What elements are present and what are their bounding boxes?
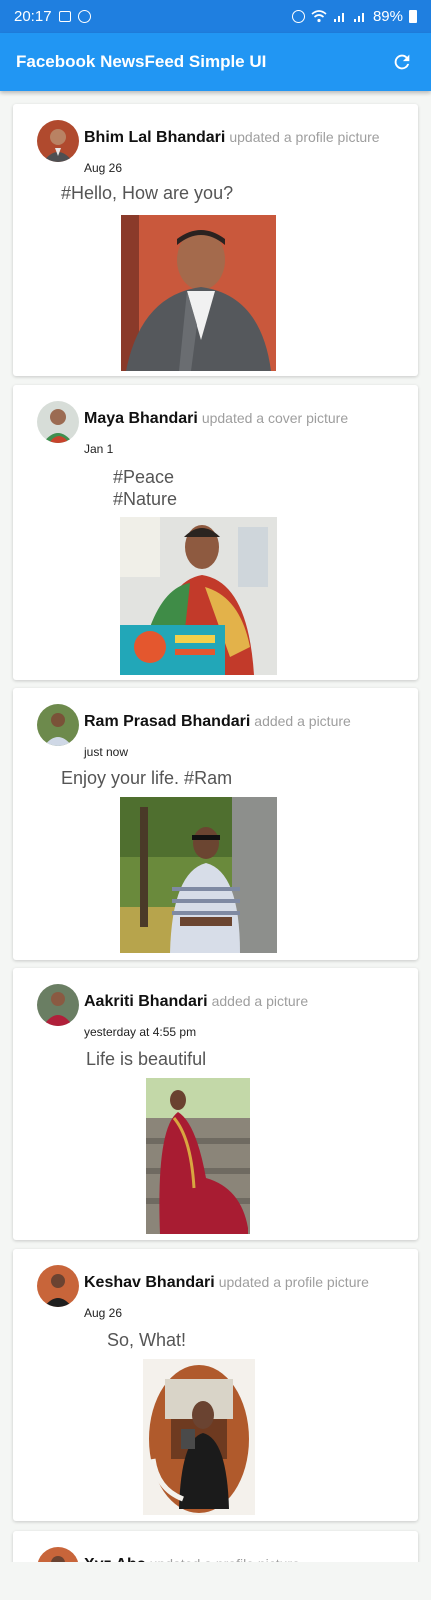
post-action: added a picture [254,713,351,729]
post-time: Aug 26 [84,161,123,175]
post-time: Aug 26 [84,1306,123,1320]
signal-icon [333,13,344,22]
post-header: Keshav Bhandari updated a profile picture [84,1274,369,1292]
post-photo[interactable] [143,1359,255,1515]
post-caption: #Peace #Nature [113,467,178,509]
app-title: Facebook NewsFeed Simple UI [16,52,267,71]
author-name[interactable]: Ram Prasad Bhandari [84,713,250,730]
app-bar: Facebook NewsFeed Simple UI [0,33,431,91]
author-name[interactable]: Bhim Lal Bhandari [84,129,225,146]
post-card[interactable]: Keshav Bhandari updated a profile picture… [13,1249,418,1521]
post-photo[interactable] [120,797,277,953]
author-name[interactable]: Aakriti Bhandari [84,993,208,1010]
post-action: added a picture [211,993,309,1009]
avatar[interactable] [37,984,79,1026]
avatar[interactable] [37,704,79,746]
bottom-edge [0,1562,431,1600]
post-photo[interactable] [146,1078,250,1234]
post-caption: So, What! [107,1330,187,1350]
post-caption: Life is beautiful [86,1049,207,1069]
whatsapp-icon [77,10,91,23]
post-header: Maya Bhandari updated a cover picture [84,410,348,428]
author-name[interactable]: Maya Bhandari [84,410,198,427]
battery-level: 89% [372,8,403,25]
wifi-icon [311,10,327,23]
post-header: Ram Prasad Bhandari added a picture [84,713,351,731]
post-action: updated a profile picture [218,1274,369,1290]
post-caption: Enjoy your life. #Ram [61,768,233,788]
post-card[interactable]: Aakriti Bhandari added a picture yesterda… [13,968,418,1240]
status-bar: 20:17 89% [0,0,431,33]
post-action: updated a cover picture [201,410,349,426]
post-header: Aakriti Bhandari added a picture [84,993,308,1011]
avatar[interactable] [37,1265,79,1307]
post-time: Jan 1 [84,442,114,456]
post-card[interactable]: Bhim Lal Bhandari updated a profile pictu… [13,104,418,376]
post-action: updated a profile picture [229,129,380,145]
post-photo[interactable] [120,517,277,675]
author-name[interactable]: Keshav Bhandari [84,1274,215,1291]
battery-icon [409,10,417,23]
post-caption: #Hello, How are you? [61,183,234,203]
post-photo[interactable] [121,215,276,371]
post-card[interactable]: Ram Prasad Bhandari added a picture just … [13,688,418,960]
avatar[interactable] [37,120,79,162]
alarm-icon [291,10,305,23]
refresh-icon [394,54,410,70]
post-time: just now [84,745,129,759]
image-icon [58,11,71,22]
signal-icon [353,13,364,22]
refresh-button[interactable] [389,49,415,75]
post-time: yesterday at 4:55 pm [84,1025,197,1039]
post-header: Bhim Lal Bhandari updated a profile pictu… [84,129,380,147]
status-time: 20:17 [14,8,52,25]
avatar[interactable] [37,401,79,443]
post-card[interactable]: Maya Bhandari updated a cover picture Jan… [13,385,418,680]
